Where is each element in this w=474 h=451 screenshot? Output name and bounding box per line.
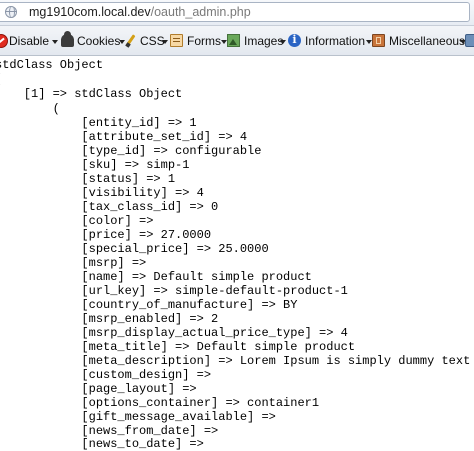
toolbar-information-label: Information — [305, 34, 366, 48]
code-line: [country_of_manufacture] => BY — [0, 298, 298, 312]
pencil-icon — [124, 34, 137, 47]
url-text: mg1910com.local.dev/oauth_admin.php — [29, 4, 251, 20]
code-line: [price] => 27.0000 — [0, 228, 212, 242]
toolbar-information-menu[interactable]: Information — [288, 32, 372, 49]
code-line: [entity_id] => 1 — [0, 116, 197, 130]
toolbar-forms-menu[interactable]: Forms — [170, 33, 227, 49]
code-line: [url_key] => simple-default-product-1 — [0, 284, 348, 298]
code-line: [name] => Default simple product — [0, 270, 312, 284]
code-line: [color] => — [0, 214, 154, 228]
code-line: [msrp_display_actual_price_type] => 4 — [0, 326, 348, 340]
toolbar-images-label: Images — [244, 34, 284, 48]
code-line: [tax_class_id] => 0 — [0, 200, 219, 214]
toolbar-forms-label: Forms — [187, 34, 221, 48]
code-line: ( — [0, 72, 2, 86]
code-line: [news_to_date] => — [0, 437, 204, 451]
code-line: [meta_description] => Lorem Ipsum is sim… — [0, 354, 471, 368]
code-line: [custom_design] => — [0, 368, 212, 382]
toolbar-options-menu[interactable] — [465, 33, 474, 49]
toolbar-css-label: CSS — [140, 34, 165, 48]
code-line: [type_id] => configurable — [0, 144, 262, 158]
toolbar-images-menu[interactable]: Images — [227, 33, 286, 49]
toolbar-cookies-menu[interactable]: Cookies — [61, 31, 125, 49]
no-entry-icon — [0, 34, 8, 48]
code-line: [1] => stdClass Object — [0, 87, 183, 101]
web-developer-toolbar: Disable Cookies CSS Forms Images Informa… — [0, 26, 474, 56]
chevron-down-icon — [280, 40, 286, 44]
toolbar-cookies-label: Cookies — [77, 34, 121, 48]
info-icon — [288, 32, 301, 48]
options-icon — [465, 34, 474, 47]
code-line: [meta_title] => Default simple product — [0, 340, 356, 354]
toolbar-disable-menu[interactable]: Disable — [0, 33, 58, 49]
url-host: mg1910com.local.dev — [29, 5, 151, 19]
url-path: /oauth_admin.php — [150, 5, 251, 19]
chevron-down-icon — [162, 40, 168, 44]
code-line: ( — [0, 102, 60, 116]
cookie-user-icon — [61, 31, 74, 47]
toolbar-disable-label: Disable — [9, 34, 50, 48]
code-line: [status] => 1 — [0, 172, 176, 186]
code-line: [gift_message_available] => — [0, 410, 276, 424]
toolbar-miscellaneous-label: Miscellaneous — [389, 34, 466, 48]
toolbar-css-menu[interactable]: CSS — [124, 33, 168, 49]
code-line: [news_from_date] => — [0, 424, 219, 438]
code-line: stdClass Object — [0, 58, 104, 72]
code-line: [attribute_set_id] => 4 — [0, 130, 248, 144]
book-icon — [372, 34, 385, 47]
code-line: [msrp_enabled] => 2 — [0, 312, 219, 326]
chevron-down-icon — [52, 40, 58, 44]
code-line: [page_layout] => — [0, 382, 197, 396]
code-line: [visibility] => 4 — [0, 186, 204, 200]
code-line: [msrp] => — [0, 256, 147, 270]
code-line: [options_container] => container1 — [0, 396, 320, 410]
form-icon — [170, 34, 183, 47]
address-bar: mg1910com.local.dev/oauth_admin.php — [0, 0, 474, 26]
code-line: [special_price] => 25.0000 — [0, 242, 269, 256]
globe-icon — [5, 6, 17, 18]
image-icon — [227, 34, 240, 47]
toolbar-miscellaneous-menu[interactable]: Miscellaneous — [372, 33, 466, 49]
code-line: [sku] => simp-1 — [0, 158, 190, 172]
url-input[interactable]: mg1910com.local.dev/oauth_admin.php — [0, 2, 470, 22]
